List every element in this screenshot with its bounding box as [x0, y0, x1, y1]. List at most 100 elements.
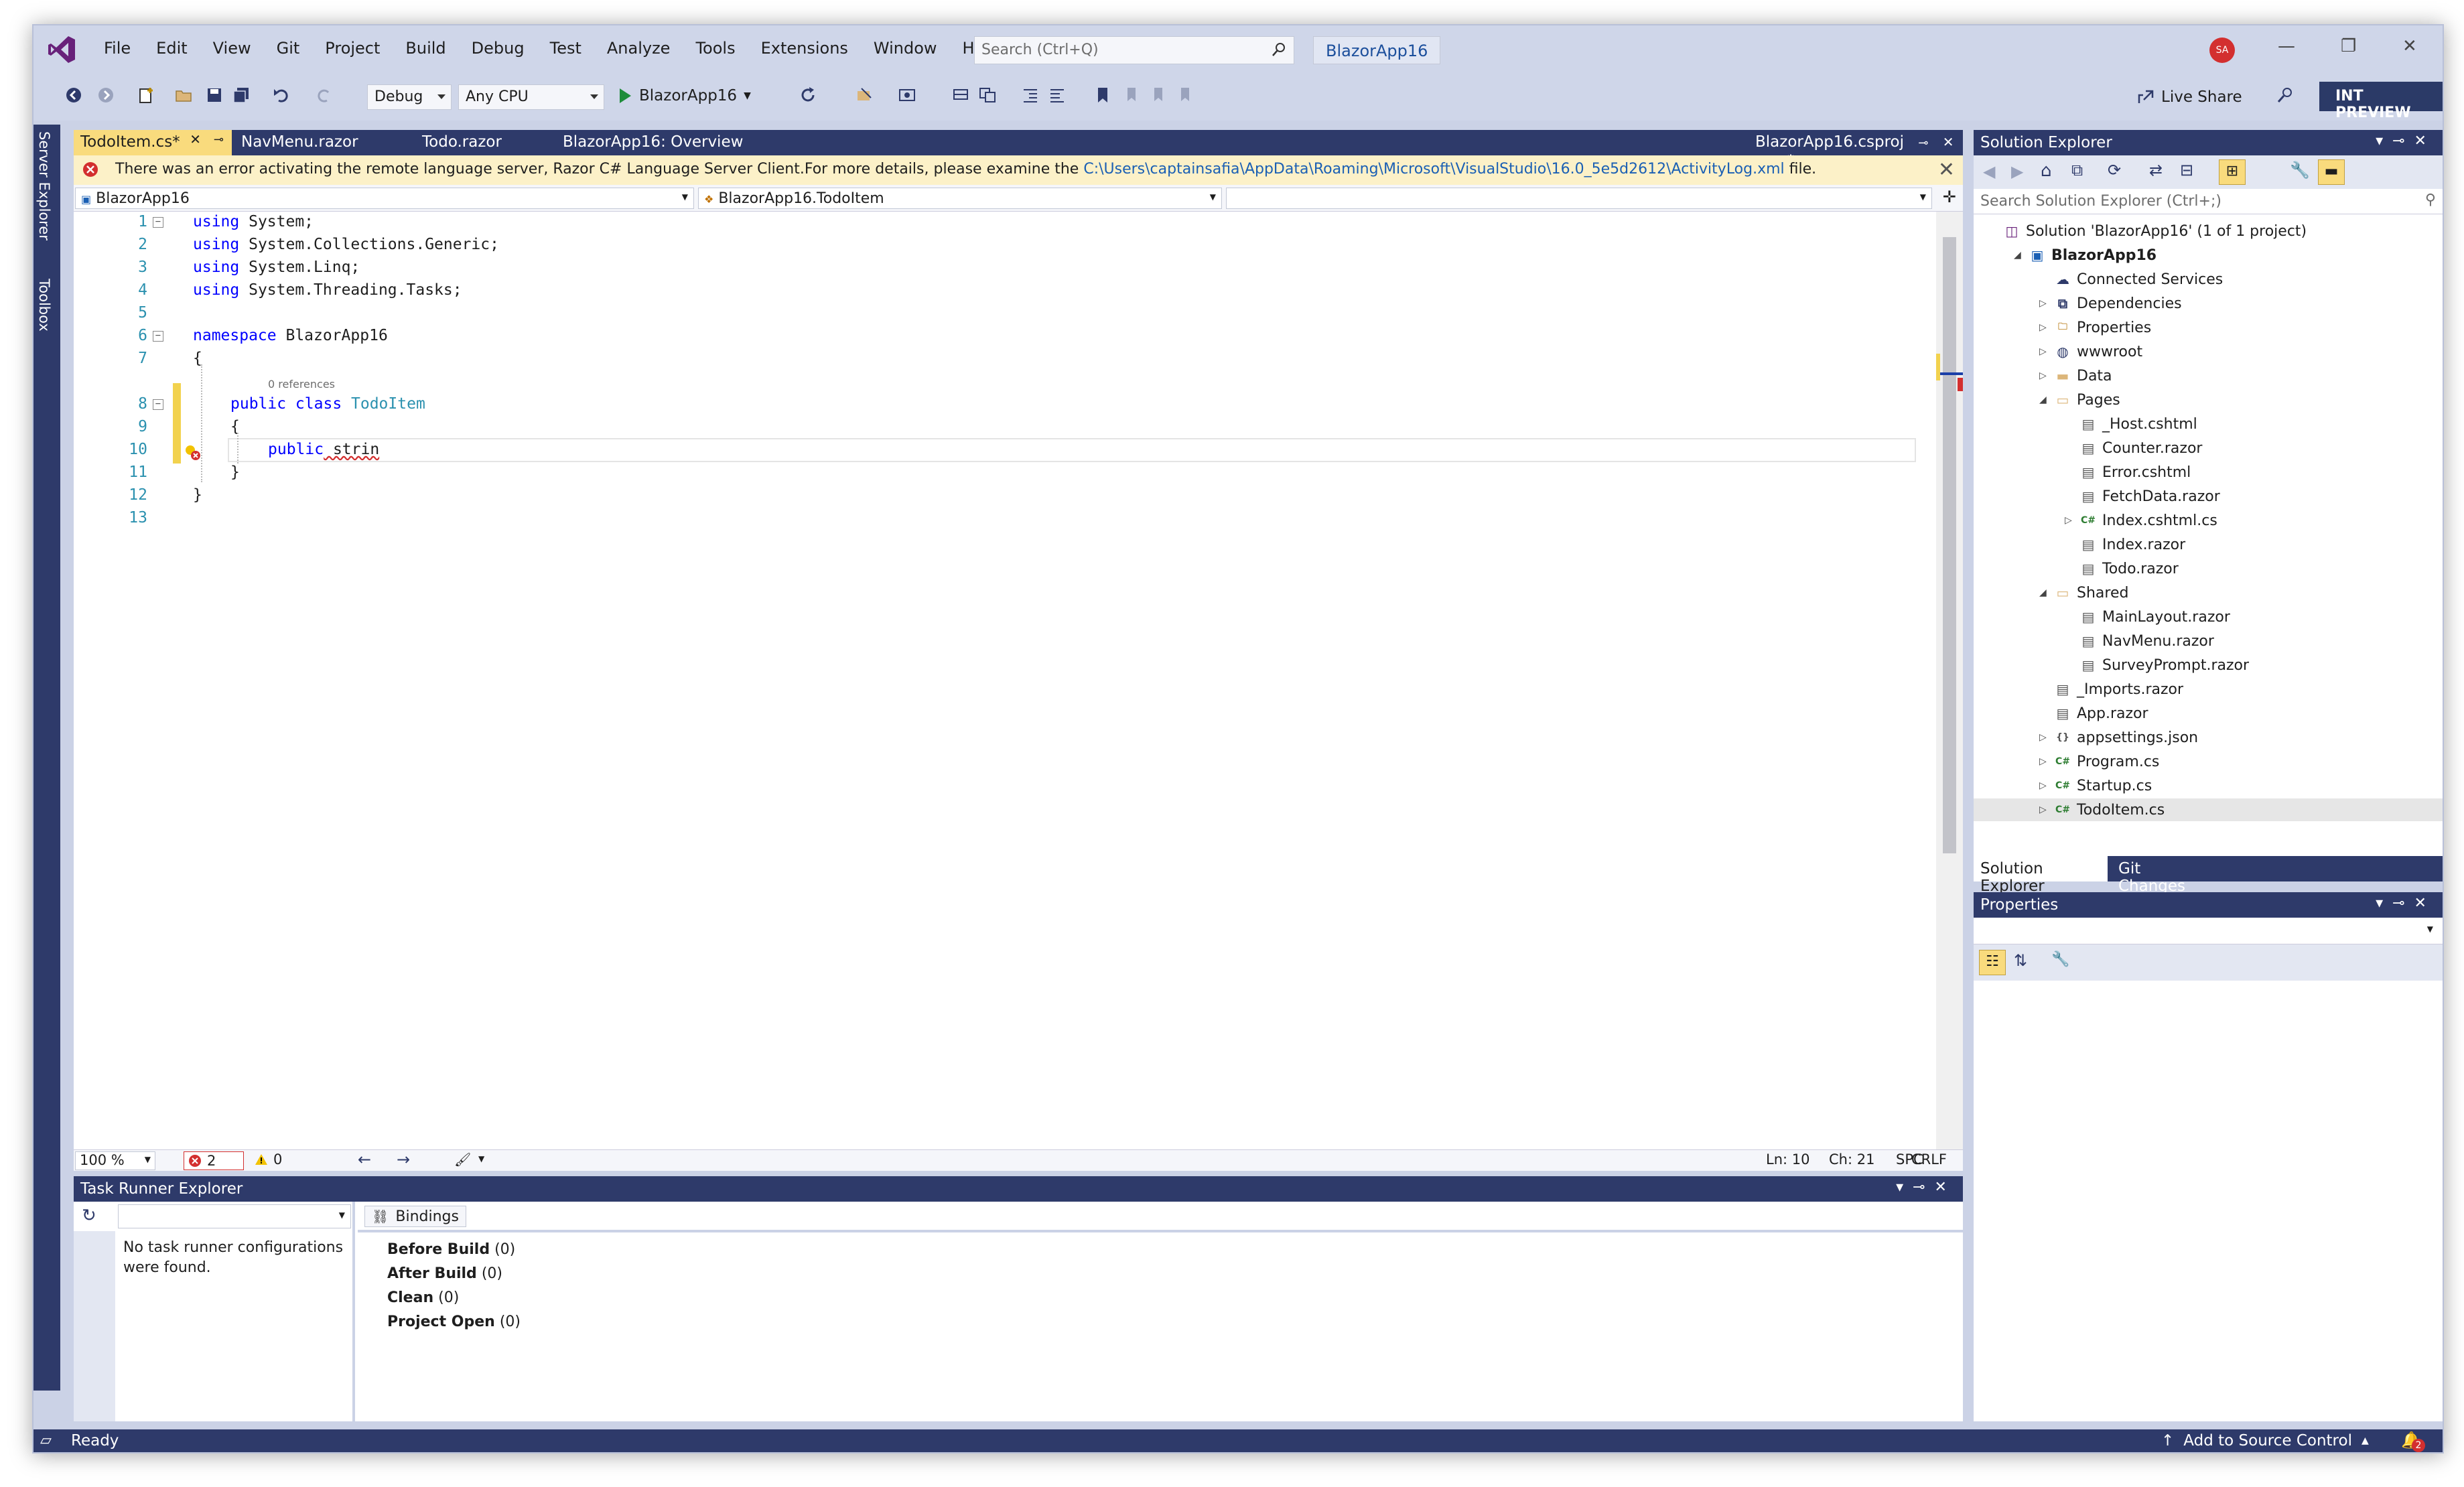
- menu-extensions[interactable]: Extensions: [748, 39, 861, 58]
- menu-window[interactable]: Window: [861, 39, 950, 58]
- navigate-forward-icon[interactable]: [96, 86, 115, 104]
- tab-todoitem-cs[interactable]: TodoItem.cs* ⊸ ✕: [74, 130, 232, 155]
- refresh-icon[interactable]: [799, 86, 817, 104]
- code-area[interactable]: 1 2 3 4 5 6 7 8 9 10 11 12 13 − − − usin…: [74, 212, 1929, 1149]
- pin-icon[interactable]: ⊸: [1918, 136, 1928, 150]
- scrollbar-thumb[interactable]: [1943, 237, 1956, 853]
- menu-debug[interactable]: Debug: [459, 39, 537, 58]
- solution-tree-item[interactable]: ▤ App.razor: [1974, 702, 2443, 725]
- codelens-references[interactable]: 0 references: [268, 378, 335, 391]
- save-all-icon[interactable]: [232, 86, 251, 104]
- global-search-input[interactable]: Search (Ctrl+Q): [974, 36, 1294, 64]
- binding-project-open[interactable]: Project Open (0): [387, 1310, 521, 1334]
- collapsed-arrow-icon[interactable]: ▷: [2065, 515, 2074, 526]
- type-dropdown[interactable]: ❖ BlazorApp16.TodoItem ▼: [698, 188, 1222, 209]
- close-tab-icon[interactable]: ✕: [190, 131, 201, 147]
- expanded-arrow-icon[interactable]: ◢: [2014, 250, 2023, 261]
- menu-git[interactable]: Git: [264, 39, 313, 58]
- collapsed-arrow-icon[interactable]: ▷: [2039, 322, 2049, 333]
- undo-icon[interactable]: [272, 86, 291, 104]
- alphabetical-icon[interactable]: ⇅: [2014, 951, 2027, 970]
- navigate-back-icon[interactable]: [64, 86, 83, 104]
- split-editor-icon[interactable]: ✛: [1943, 188, 1956, 206]
- refresh-icon[interactable]: ↻: [82, 1206, 96, 1226]
- collapsed-arrow-icon[interactable]: ▷: [2039, 732, 2049, 743]
- collapse-usings-icon[interactable]: −: [153, 217, 163, 228]
- restore-icon[interactable]: ❐: [2341, 36, 2356, 56]
- solution-tree-item[interactable]: ▤ Index.razor: [1974, 533, 2443, 556]
- solution-tree-item[interactable]: ▤ Todo.razor: [1974, 557, 2443, 580]
- tab-overview[interactable]: BlazorApp16: Overview: [556, 130, 784, 155]
- solution-search-input[interactable]: Search Solution Explorer (Ctrl+;) ⚲: [1974, 189, 2443, 214]
- member-dropdown[interactable]: ▼: [1226, 188, 1932, 209]
- solution-tree-item[interactable]: ▤ Error.cshtml: [1974, 461, 2443, 484]
- close-tab-icon[interactable]: ✕: [1943, 134, 1954, 150]
- forward-icon[interactable]: ▶: [2011, 162, 2023, 181]
- collapsed-arrow-icon[interactable]: ▷: [2039, 804, 2049, 815]
- menu-tools[interactable]: Tools: [683, 39, 748, 58]
- switch-views-icon[interactable]: ⧉: [2071, 161, 2083, 180]
- solution-tree-item[interactable]: ◢ ▭ Pages: [1974, 388, 2443, 411]
- tab-todo-razor[interactable]: Todo.razor: [415, 130, 553, 155]
- expanded-arrow-icon[interactable]: ◢: [2039, 395, 2049, 405]
- vertical-scrollbar[interactable]: [1936, 212, 1963, 1149]
- solution-tree-item[interactable]: ▷ {} appsettings.json: [1974, 726, 2443, 749]
- live-share-button[interactable]: Live Share: [2137, 88, 2242, 106]
- expanded-arrow-icon[interactable]: ◢: [2039, 587, 2049, 598]
- collapse-class-icon[interactable]: −: [153, 399, 163, 410]
- collapsed-arrow-icon[interactable]: ▷: [2039, 780, 2049, 791]
- properties-wrench-icon[interactable]: 🔧: [2290, 161, 2310, 180]
- categorized-icon[interactable]: ☷: [1979, 950, 2006, 975]
- solution-tree-item[interactable]: ▷ 🗀 Properties: [1974, 316, 2443, 339]
- solution-tree-item[interactable]: ▷ ◍ wwwroot: [1974, 340, 2443, 363]
- object-selector-dropdown[interactable]: ▼: [1974, 918, 2443, 944]
- next-bookmark-icon[interactable]: [1148, 86, 1167, 104]
- show-all-files-icon[interactable]: ⊞: [2219, 159, 2246, 185]
- clear-bookmarks-icon[interactable]: [1175, 86, 1194, 104]
- lightbulb-error-icon[interactable]: [184, 443, 201, 461]
- solution-tree-item[interactable]: ◢ ▭ Shared: [1974, 581, 2443, 604]
- pane-controls[interactable]: ▾⊸✕: [2376, 895, 2436, 912]
- solution-tree-item[interactable]: ▤ MainLayout.razor: [1974, 606, 2443, 628]
- save-icon[interactable]: [205, 86, 224, 104]
- collapsed-arrow-icon[interactable]: ▷: [2039, 756, 2049, 767]
- solution-tree-item[interactable]: ▷ C# Index.cshtml.cs: [1974, 509, 2443, 532]
- server-explorer-tab[interactable]: Server Explorer: [36, 131, 52, 240]
- solution-tree-item[interactable]: ▷ ⧉ Dependencies: [1974, 292, 2443, 315]
- pane-controls[interactable]: ▾⊸✕: [2376, 133, 2436, 149]
- collapse-all-icon[interactable]: ⊟: [2180, 161, 2193, 180]
- error-count-button[interactable]: 2: [184, 1151, 244, 1170]
- menu-project[interactable]: Project: [312, 39, 393, 58]
- sync-icon[interactable]: ⇄: [2149, 161, 2163, 180]
- solution-tree-item[interactable]: ▤ _Host.cshtml: [1974, 413, 2443, 435]
- menu-file[interactable]: File: [91, 39, 143, 58]
- tab-navmenu-razor[interactable]: NavMenu.razor: [234, 130, 413, 155]
- bookmark-icon[interactable]: [1093, 86, 1112, 104]
- menu-build[interactable]: Build: [393, 39, 458, 58]
- collapsed-arrow-icon[interactable]: ▷: [2039, 346, 2049, 357]
- warning-count-button[interactable]: 0: [255, 1151, 282, 1167]
- browser-link-icon[interactable]: [855, 86, 874, 104]
- notifications-button[interactable]: 🔔 2: [2401, 1431, 2425, 1452]
- solution-tree-item[interactable]: ▤ Counter.razor: [1974, 437, 2443, 459]
- previous-bookmark-icon[interactable]: [1121, 86, 1140, 104]
- solution-tree-item[interactable]: ▤ FetchData.razor: [1974, 485, 2443, 508]
- tab-csproj[interactable]: BlazorApp16.csproj ⊸ ✕ ▼ ⚙: [1749, 130, 1963, 167]
- decrease-indent-icon[interactable]: [1021, 86, 1040, 104]
- new-item-icon[interactable]: [137, 86, 155, 104]
- pending-changes-icon[interactable]: ⟳: [2108, 161, 2121, 180]
- previous-issue-arrow-icon[interactable]: ←: [358, 1150, 371, 1169]
- visual-studio-logo-icon[interactable]: [47, 35, 76, 64]
- platform-dropdown[interactable]: Any CPU: [458, 84, 604, 110]
- add-to-source-control-button[interactable]: ↑ Add to Source Control ▲: [2161, 1432, 2369, 1449]
- close-infobar-icon[interactable]: ✕: [1938, 158, 1955, 182]
- tab-bindings[interactable]: ⛓ Bindings: [364, 1206, 466, 1227]
- collapsed-arrow-icon[interactable]: ▷: [2039, 298, 2049, 309]
- toolbox-tab[interactable]: Toolbox: [36, 279, 52, 332]
- tab-solution-explorer[interactable]: Solution Explorer: [1974, 856, 2108, 895]
- solution-tree-item[interactable]: ▷ C# Program.cs: [1974, 750, 2443, 773]
- tab-git-changes[interactable]: Git Changes: [2112, 856, 2212, 895]
- solution-tree-item[interactable]: ▷ ▬ Data: [1974, 364, 2443, 387]
- collapsed-arrow-icon[interactable]: ▷: [2039, 370, 2049, 381]
- solution-tree-item[interactable]: ☁ Connected Services: [1974, 268, 2443, 291]
